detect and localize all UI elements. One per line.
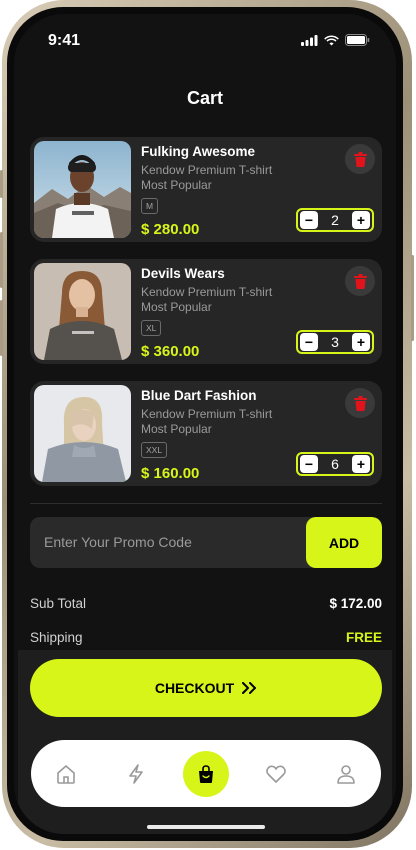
phone-volume-down <box>0 300 3 356</box>
product-price: $ 360.00 <box>141 343 200 360</box>
product-tag: Most Popular <box>141 422 212 436</box>
product-subtitle: Kendow Premium T-shirt <box>141 285 273 299</box>
add-promo-button[interactable]: ADD <box>306 517 382 568</box>
delete-button[interactable] <box>345 144 375 174</box>
product-name[interactable]: Blue Dart Fashion <box>141 388 257 403</box>
phone-mute-switch <box>0 170 3 198</box>
checkout-button[interactable]: CHECKOUT <box>30 659 382 717</box>
screen: 9:41 Cart Fulking Awesome Kendow Premium… <box>14 14 396 834</box>
increase-button[interactable]: + <box>351 333 370 351</box>
checkout-label: CHECKOUT <box>154 680 235 696</box>
phone-power-button <box>411 255 414 341</box>
promo-code-input[interactable]: Enter Your Promo Code <box>44 534 192 550</box>
subtotal-value: $ 172.00 <box>329 596 382 611</box>
delete-button[interactable] <box>345 388 375 418</box>
quantity-value: 2 <box>331 212 339 228</box>
status-time: 9:41 <box>48 32 81 49</box>
product-subtitle: Kendow Premium T-shirt <box>141 407 273 421</box>
battery-icon <box>345 34 370 46</box>
section-divider <box>30 503 382 504</box>
user-icon <box>337 764 355 784</box>
quantity-stepper: − 3 + <box>296 330 374 354</box>
size-badge: XL <box>141 320 162 336</box>
product-subtitle: Kendow Premium T-shirt <box>141 163 273 177</box>
product-image[interactable] <box>34 385 131 482</box>
quantity-stepper: − 6 + <box>296 452 374 476</box>
trash-icon <box>353 273 367 289</box>
quantity-value: 6 <box>331 456 339 472</box>
quantity-stepper: − 2 + <box>296 208 374 232</box>
status-icons <box>301 34 370 46</box>
home-indicator <box>147 825 265 829</box>
delete-button[interactable] <box>345 266 375 296</box>
product-tag: Most Popular <box>141 300 212 314</box>
decrease-button[interactable]: − <box>300 211 318 229</box>
trash-icon <box>353 395 367 411</box>
cart-item: Devils Wears Kendow Premium T-shirt Most… <box>30 259 382 364</box>
home-icon <box>57 764 75 784</box>
phone-volume-up <box>0 232 3 288</box>
wifi-icon <box>324 35 339 45</box>
size-badge: XXL <box>141 442 168 458</box>
tab-profile[interactable] <box>323 751 369 797</box>
product-name[interactable]: Fulking Awesome <box>141 144 255 159</box>
signal-icon <box>301 34 318 46</box>
bottom-tab-bar <box>31 740 381 807</box>
shopping-bag-icon <box>199 764 213 783</box>
product-price: $ 160.00 <box>141 465 200 482</box>
heart-icon <box>266 764 286 783</box>
product-image[interactable] <box>34 263 131 360</box>
decrease-button[interactable]: − <box>300 333 318 351</box>
promo-code-bar: Enter Your Promo Code ADD <box>30 517 382 568</box>
lightning-icon <box>129 763 143 784</box>
size-badge: M <box>141 198 159 214</box>
tab-wishlist[interactable] <box>253 751 299 797</box>
shipping-label: Shipping <box>30 630 83 645</box>
product-price: $ 280.00 <box>141 221 200 238</box>
product-tag: Most Popular <box>141 178 212 192</box>
tab-home[interactable] <box>43 751 89 797</box>
product-image[interactable] <box>34 141 131 238</box>
page-title: Cart <box>186 88 223 108</box>
increase-button[interactable]: + <box>351 211 370 229</box>
product-name[interactable]: Devils Wears <box>141 266 225 281</box>
trash-icon <box>353 151 367 167</box>
decrease-button[interactable]: − <box>300 455 318 473</box>
cart-item: Fulking Awesome Kendow Premium T-shirt M… <box>30 137 382 242</box>
subtotal-label: Sub Total <box>30 596 87 611</box>
increase-button[interactable]: + <box>351 455 370 473</box>
tab-cart[interactable] <box>183 750 229 797</box>
quantity-value: 3 <box>331 334 339 350</box>
double-chevron-right-icon <box>242 682 257 694</box>
tab-flash[interactable] <box>113 751 159 797</box>
cart-item: Blue Dart Fashion Kendow Premium T-shirt… <box>30 381 382 486</box>
shipping-value: FREE <box>345 630 382 645</box>
